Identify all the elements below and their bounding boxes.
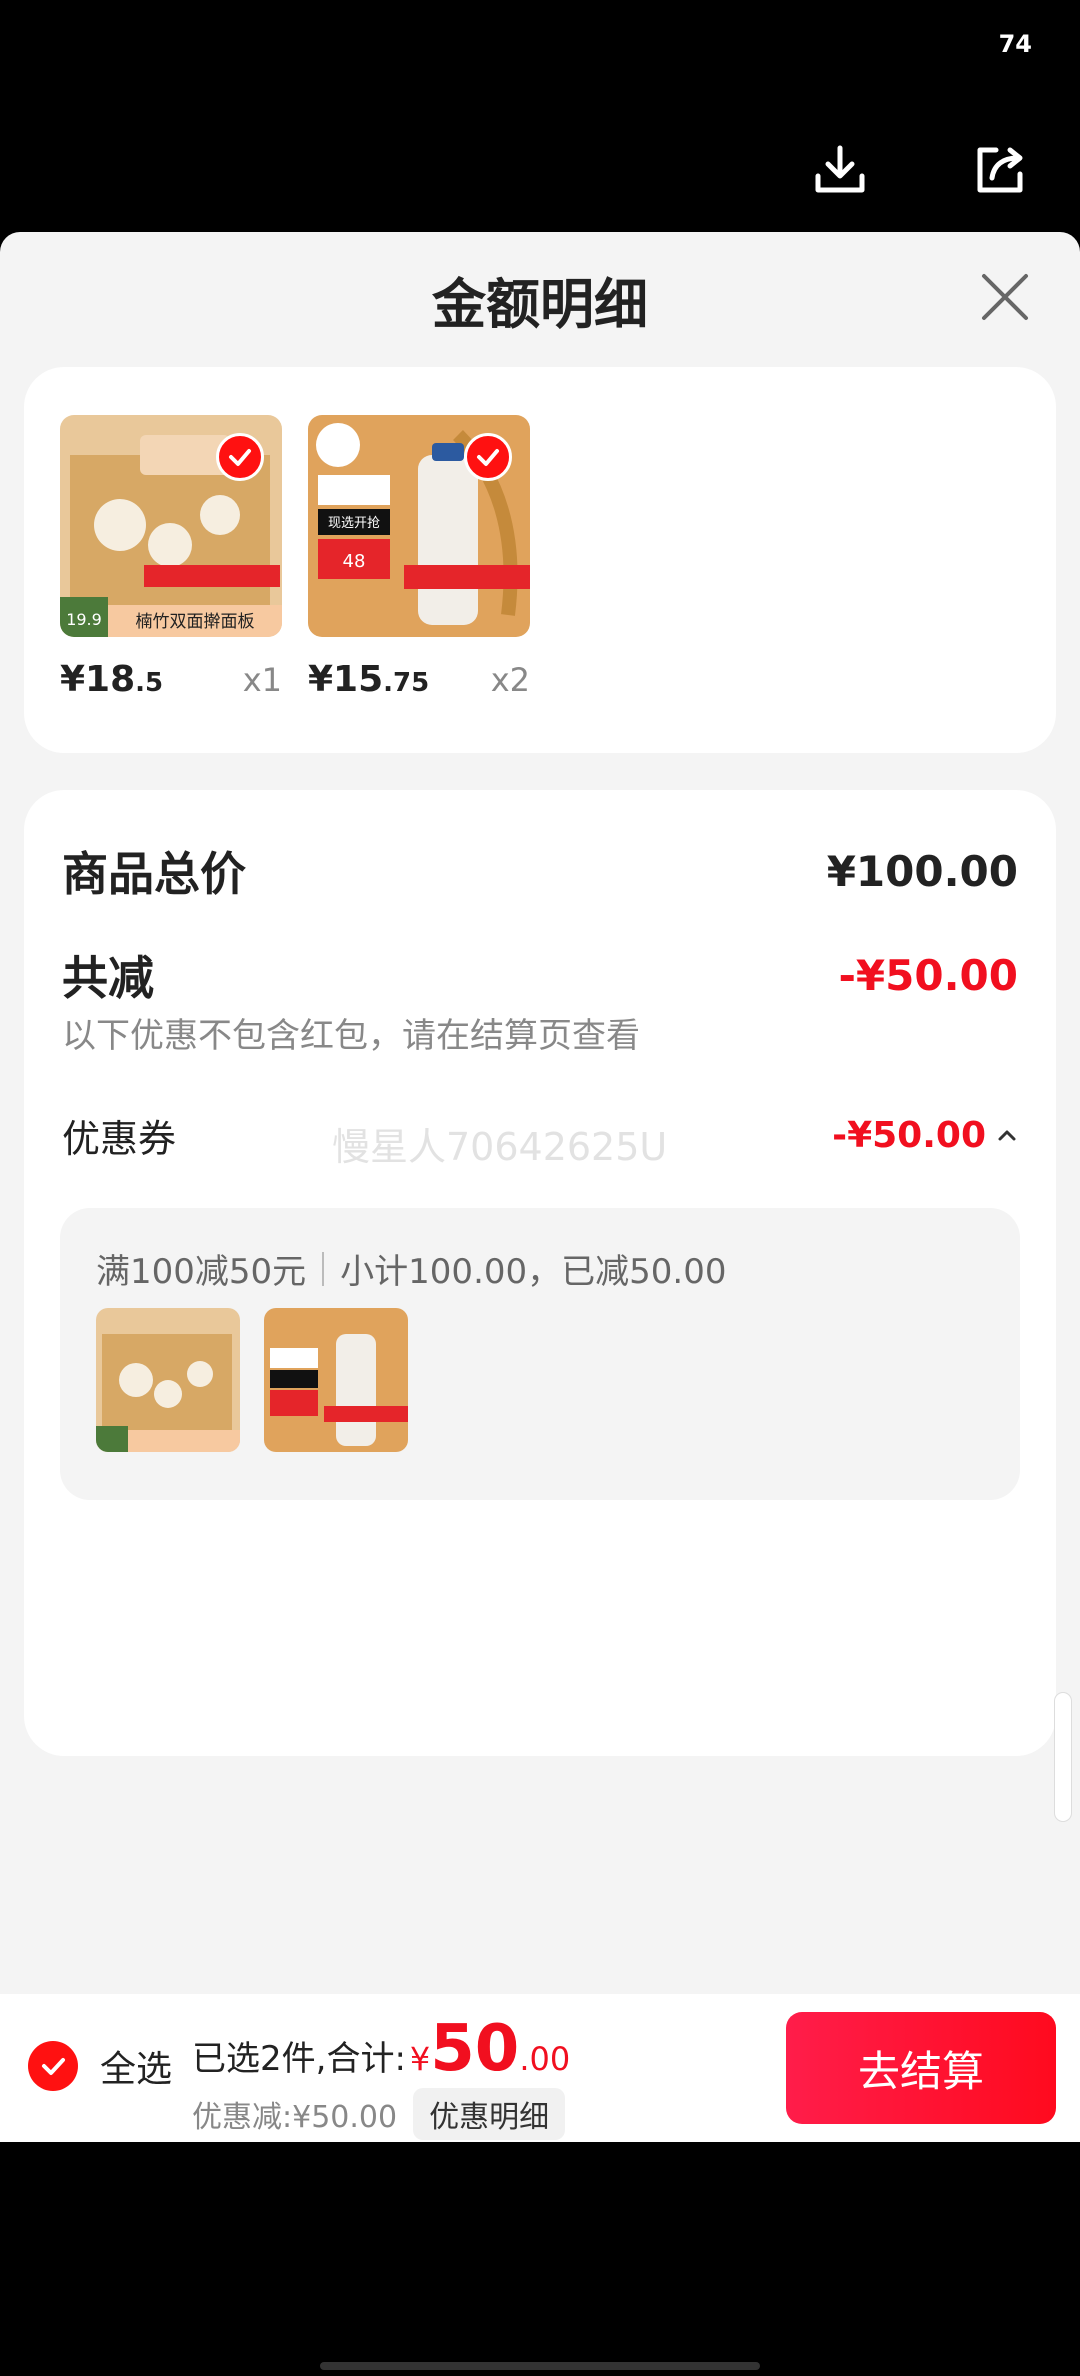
coupon-product-thumbs (96, 1308, 432, 1452)
img-price-label: 48 (343, 551, 366, 572)
total-price-value: ¥100.00 (826, 846, 1018, 896)
scrollbar-thumb[interactable] (1054, 1692, 1072, 1822)
total-block: 已选2件,合计: ¥ 50 .00 优惠减:¥50.00 优惠明细 (192, 2012, 570, 2140)
img-caption-label: 现选开抢 (328, 515, 380, 531)
img-price-label: 19.9 (66, 610, 102, 629)
battery-level: 74 (998, 30, 1032, 58)
home-indicator[interactable] (320, 2362, 760, 2370)
select-all-label: 全选 (100, 2049, 173, 2090)
product-qty: x2 (490, 661, 530, 699)
discount-detail-button[interactable]: 优惠明细 (413, 2088, 566, 2140)
price-row: ¥15.75 x2 (308, 659, 530, 700)
total-price-label: 商品总价 (62, 847, 246, 901)
product-price: ¥15.75 (308, 659, 430, 700)
product-item[interactable]: 现选开抢 48 ¥15.75 x2 (308, 415, 530, 700)
price-row: ¥18.5 x1 (60, 659, 282, 700)
coupon-description: 满100减50元 小计100.00，已减50.00 (96, 1244, 726, 1293)
coupon-rule: 满100减50元 (96, 1252, 307, 1292)
mini-product-image (264, 1308, 408, 1452)
reduce-value: -¥50.00 (838, 950, 1018, 1000)
download-icon[interactable] (800, 130, 880, 210)
coupon-detail-box: 满100减50元 小计100.00，已减50.00 (60, 1208, 1020, 1500)
total-line: 已选2件,合计: ¥ 50 .00 (192, 2012, 570, 2086)
discount-text: 优惠减:¥50.00 (192, 2100, 398, 2135)
selected-text: 已选2件,合计: (192, 2039, 406, 2079)
summary-card: 商品总价 ¥100.00 共减 -¥50.00 以下优惠不包含红包，请在结算页查… (24, 790, 1056, 1756)
status-bar: 74 (0, 0, 1080, 90)
product-price: ¥18.5 (60, 659, 164, 700)
sheet-title: 金额明细 (432, 273, 648, 336)
reduce-label: 共减 (62, 951, 154, 1005)
reduce-row: 共减 -¥50.00 (62, 942, 1018, 1008)
product-list: 19.9 楠竹双面擀面板 ¥18.5 x1 现选开抢 48 ¥15.75 x2 (60, 415, 556, 700)
total-decimal: .00 (519, 2040, 571, 2078)
coupon-value: -¥50.00 (832, 1115, 1018, 1156)
coupon-label: 优惠券 (62, 1117, 177, 1161)
amount-detail-sheet: 金额明细 19.9 楠竹双面擀面板 ¥18.5 x1 现选开抢 48 ¥15.7… (0, 232, 1080, 2142)
currency-symbol: ¥ (409, 2040, 431, 2078)
close-icon[interactable] (970, 262, 1040, 332)
check-icon[interactable] (216, 433, 264, 481)
top-actions (800, 130, 1040, 210)
chevron-up-icon[interactable] (996, 1125, 1018, 1147)
discount-note: 以下优惠不包含红包，请在结算页查看 (62, 1016, 640, 1056)
discount-line: 优惠减:¥50.00 优惠明细 (192, 2088, 570, 2140)
check-icon[interactable] (464, 433, 512, 481)
product-item[interactable]: 19.9 楠竹双面擀面板 ¥18.5 x1 (60, 415, 282, 700)
product-image-rolling-board: 19.9 楠竹双面擀面板 (60, 415, 282, 637)
total-price-row: 商品总价 ¥100.00 (62, 838, 1018, 904)
product-card: 19.9 楠竹双面擀面板 ¥18.5 x1 现选开抢 48 ¥15.75 x2 (24, 367, 1056, 753)
share-icon[interactable] (960, 130, 1040, 210)
sheet-header: 金额明细 (0, 232, 1080, 352)
mini-product-image (96, 1308, 240, 1452)
check-icon[interactable] (28, 2041, 78, 2091)
product-image-bottle: 现选开抢 48 (308, 415, 530, 637)
total-amount: 50 (430, 2012, 520, 2086)
checkout-button[interactable]: 去结算 (786, 2012, 1056, 2124)
coupon-subtotal: 小计100.00，已减50.00 (340, 1252, 727, 1292)
divider (322, 1251, 325, 1286)
img-caption-label: 楠竹双面擀面板 (136, 612, 255, 632)
bottom-checkout-bar: 全选 已选2件,合计: ¥ 50 .00 优惠减:¥50.00 优惠明细 去结算 (0, 1994, 1080, 2142)
watermark: 慢星人70642625U (332, 1125, 668, 1169)
select-all-toggle[interactable]: 全选 (28, 2040, 172, 2092)
product-qty: x1 (242, 661, 282, 699)
